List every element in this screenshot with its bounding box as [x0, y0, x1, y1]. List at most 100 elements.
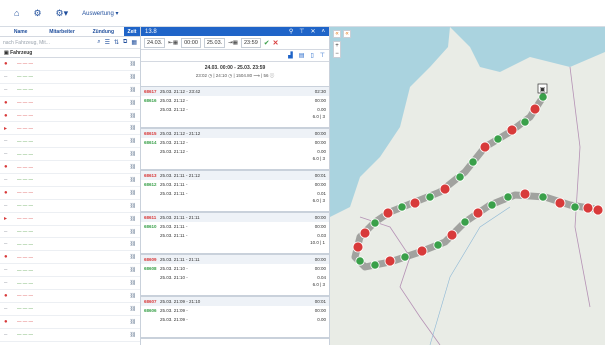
chart-icon[interactable]: ▟	[288, 52, 293, 59]
document-icon[interactable]: ▯	[310, 52, 313, 59]
vehicle-row[interactable]: ● — — — ⛓	[0, 187, 140, 200]
stop-marker[interactable]	[582, 202, 594, 214]
zoom-control[interactable]: + −	[333, 41, 341, 58]
stop-marker[interactable]	[409, 197, 421, 209]
trip-line[interactable]: 25.03. 21:10 - 0.04	[141, 273, 329, 282]
trip-line[interactable]: 68614 25.03. 21:12 - 00:00	[141, 138, 329, 147]
stop-marker[interactable]	[592, 204, 604, 216]
stop-marker[interactable]	[529, 103, 541, 115]
vehicle-row[interactable]: ● — — — ⛓	[0, 161, 140, 175]
link-icon[interactable]: ⛓	[130, 280, 136, 286]
date-from-field[interactable]: 24.03.	[144, 37, 166, 48]
vehicle-row[interactable]: – — — — ⛓	[0, 135, 140, 149]
vehicle-row[interactable]: ● — — — ⛓	[0, 58, 140, 71]
start-marker[interactable]	[425, 192, 435, 202]
start-marker[interactable]	[503, 192, 513, 202]
link-icon[interactable]: ⛓	[130, 138, 136, 144]
link-icon[interactable]: ⛓	[130, 177, 136, 183]
back-chevron-icon[interactable]: «	[333, 30, 341, 38]
vehicle-row[interactable]: – — — — ⛓	[0, 277, 140, 291]
trip-block[interactable]: 68613 25.03. 21:11 - 21:12 00:01 68612 25.03…	[141, 171, 329, 213]
vehicle-row[interactable]: – — — — ⛓	[0, 174, 140, 187]
start-marker[interactable]	[397, 202, 407, 212]
trip-block[interactable]: 68617 25.03. 21:12 - 23:42 02:30 68616 25.03…	[141, 87, 329, 129]
filter-icon[interactable]: ⊤	[299, 28, 304, 35]
start-marker[interactable]	[433, 240, 443, 250]
start-marker[interactable]	[370, 260, 380, 270]
pin-icon[interactable]: ⚲	[289, 28, 293, 35]
time-to-field[interactable]: 23:59	[240, 37, 261, 48]
filter-tool-icon[interactable]: ⊤	[320, 52, 325, 59]
settings-gear-icon[interactable]: ⚙	[33, 8, 41, 18]
link-icon[interactable]: ⛓	[130, 87, 136, 93]
trip-line[interactable]: 25.03. 21:12 - 0.00	[141, 147, 329, 156]
vehicle-row[interactable]: – — — — ⛓	[0, 238, 140, 252]
vehicle-row[interactable]: – — — — ⛓	[0, 329, 140, 342]
stop-marker[interactable]	[519, 188, 531, 200]
tab-zuendung[interactable]: Zündung	[83, 27, 124, 36]
trip-block[interactable]: 68611 25.03. 21:11 - 21:11 00:00 68610 25.03…	[141, 213, 329, 255]
map-view[interactable]: ▣ « « + −	[330, 27, 605, 345]
vehicle-row[interactable]: ● — — — ⛓	[0, 251, 140, 265]
trip-line[interactable]: 25.03. 21:09 - 0.00	[141, 315, 329, 324]
trip-line[interactable]: 25.03. 21:11 - 0.03	[141, 231, 329, 240]
vehicle-row[interactable]: – — — — ⛓	[0, 303, 140, 316]
gear-dropdown-icon[interactable]: ⚙▾	[56, 8, 69, 18]
trip-line[interactable]: 68608 25.03. 21:10 - 00:00	[141, 264, 329, 273]
vehicle-row[interactable]: ● — — — ⛓	[0, 97, 140, 110]
link-icon[interactable]: ⛓	[130, 164, 136, 170]
calendar-from-icon[interactable]: ⇤▦	[168, 40, 178, 46]
link-icon[interactable]: ⛓	[130, 293, 136, 299]
link-icon[interactable]: ⛓	[130, 267, 136, 273]
search-icon[interactable]: ⌕	[97, 39, 100, 46]
link-icon[interactable]: ⛓	[130, 241, 136, 247]
trip-line[interactable]: 68617 25.03. 21:12 - 23:42 02:30	[141, 87, 329, 96]
start-marker[interactable]	[468, 157, 478, 167]
trip-line[interactable]: 68615 25.03. 21:12 - 21:12 00:00	[141, 129, 329, 138]
time-from-field[interactable]: 00:00	[181, 37, 201, 48]
link-icon[interactable]: ⛓	[130, 125, 136, 131]
stop-marker[interactable]	[352, 241, 364, 253]
stop-marker[interactable]	[439, 183, 451, 195]
trip-line[interactable]: 68613 25.03. 21:11 - 21:12 00:01	[141, 171, 329, 180]
close-icon[interactable]: ✕	[310, 28, 315, 35]
trip-line[interactable]: 68611 25.03. 21:11 - 21:11 00:00	[141, 213, 329, 222]
trip-line[interactable]: 68612 25.03. 21:11 - 00:00	[141, 180, 329, 189]
calendar-to-icon[interactable]: ⇥▦	[228, 40, 238, 46]
vehicle-search-input[interactable]: nach Fahrzeug, Mit...	[3, 40, 93, 46]
vehicle-row[interactable]: ▸ — — — ⛓	[0, 213, 140, 226]
map-canvas[interactable]: ▣	[330, 27, 605, 345]
trip-line[interactable]: 68606 25.03. 21:09 - 00:00	[141, 306, 329, 315]
start-marker[interactable]	[370, 218, 380, 228]
vehicle-row[interactable]: ▸ — — — ⛓	[0, 122, 140, 136]
trip-line[interactable]: 25.03. 21:12 - 0.00	[141, 105, 329, 114]
stop-marker[interactable]	[479, 141, 491, 153]
tab-zeit[interactable]: Zeit	[123, 27, 140, 36]
link-icon[interactable]: ⛓	[130, 190, 136, 196]
link-icon[interactable]: ⛓	[130, 61, 136, 67]
stop-marker[interactable]	[446, 229, 458, 241]
trip-block[interactable]: 68615 25.03. 21:12 - 21:12 00:00 68614 25.03…	[141, 129, 329, 171]
trip-block[interactable]: 68607 25.03. 21:09 - 21:10 00:01 68606 25.03…	[141, 297, 329, 339]
stop-marker[interactable]	[382, 207, 394, 219]
link-icon[interactable]: ⛓	[130, 113, 136, 119]
home-icon[interactable]: ⌂	[14, 8, 19, 18]
trip-line[interactable]: 68609 25.03. 21:11 - 21:11 00:00	[141, 255, 329, 264]
start-marker[interactable]	[570, 202, 580, 212]
tab-mitarbeiter[interactable]: Mitarbeiter	[41, 27, 82, 36]
stop-marker[interactable]	[506, 124, 518, 136]
trip-block[interactable]: 68609 25.03. 21:11 - 21:11 00:00 68608 25.03…	[141, 255, 329, 297]
link-icon[interactable]: ⛓	[130, 229, 136, 235]
link-icon[interactable]: ⛓	[130, 254, 136, 260]
vehicle-row[interactable]: – — — — ⛓	[0, 226, 140, 239]
list-icon[interactable]: ☰	[105, 39, 110, 46]
trip-line[interactable]: 68616 25.03. 21:12 - 00:00	[141, 96, 329, 105]
vehicle-row[interactable]: ● — — — ⛓	[0, 110, 140, 123]
vehicle-row[interactable]: ● — — — ⛓	[0, 290, 140, 303]
forward-chevron-icon[interactable]: «	[343, 30, 351, 38]
start-marker[interactable]	[455, 172, 465, 182]
vehicle-row[interactable]: – — — — ⛓	[0, 264, 140, 278]
sort-icon[interactable]: ⇅	[114, 39, 119, 46]
link-icon[interactable]: ⛓	[130, 216, 136, 222]
link-icon[interactable]: ⛓	[130, 100, 136, 106]
